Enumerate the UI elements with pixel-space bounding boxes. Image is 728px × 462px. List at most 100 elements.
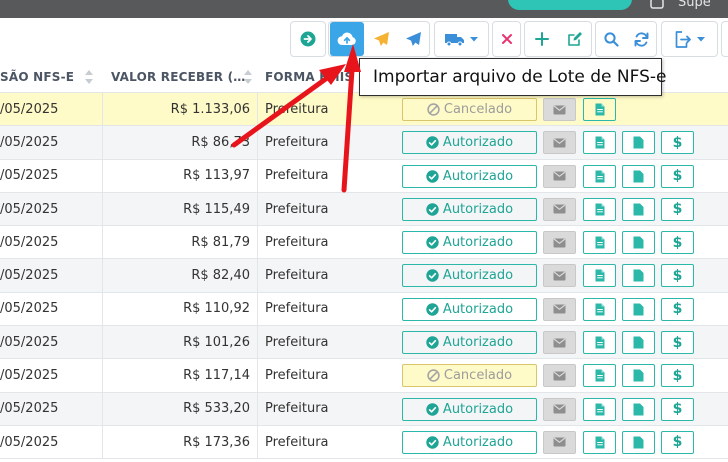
document-button[interactable] — [583, 231, 616, 255]
pdf-button[interactable] — [622, 131, 655, 155]
envelope-icon — [553, 304, 566, 314]
payment-button[interactable]: $ — [661, 397, 694, 421]
toolbar-group-import — [328, 21, 430, 57]
document-button[interactable] — [583, 98, 616, 121]
table-row[interactable]: /05/2025 R$ 1.133,06 Prefeitura Cancelado — [0, 93, 728, 127]
send-blue-button[interactable] — [397, 22, 429, 56]
document-button[interactable] — [583, 264, 616, 288]
status-badge[interactable]: Autorizado — [402, 197, 537, 221]
col-header-valor[interactable]: VALOR RECEBER (… — [103, 62, 258, 92]
pdf-button[interactable] — [622, 430, 655, 454]
export-dropdown[interactable] — [662, 22, 717, 56]
toolbar-group-nav — [290, 21, 326, 57]
go-button[interactable] — [291, 22, 325, 56]
table-row[interactable]: /05/2025 R$ 113,97 Prefeitura Autorizado $ — [0, 159, 728, 193]
email-button[interactable] — [543, 430, 576, 454]
document-button[interactable] — [583, 297, 616, 321]
import-batch-button[interactable] — [330, 22, 364, 56]
cell-value: R$ 113,97 — [103, 159, 258, 192]
email-button[interactable] — [543, 131, 576, 155]
email-button[interactable] — [543, 164, 576, 188]
table-row[interactable]: /05/2025 R$ 86,73 Prefeitura Autorizado $ — [0, 126, 728, 160]
email-button[interactable] — [543, 264, 576, 288]
pdf-button[interactable] — [622, 197, 655, 221]
payment-button[interactable]: $ — [661, 430, 694, 454]
payment-button[interactable]: $ — [661, 131, 694, 155]
cell-actions: Autorizado $ — [396, 160, 728, 192]
table-row[interactable]: /05/2025 R$ 81,79 Prefeitura Autorizado $ — [0, 226, 728, 260]
table-row[interactable]: /05/2025 R$ 82,40 Prefeitura Autorizado $ — [0, 259, 728, 293]
cell-actions: Autorizado $ — [396, 293, 728, 325]
document-button[interactable] — [583, 197, 616, 221]
document-icon — [595, 236, 604, 249]
add-button[interactable] — [525, 22, 558, 56]
email-button[interactable] — [543, 397, 576, 421]
toolbar-group-search — [595, 21, 657, 57]
pdf-button[interactable] — [622, 164, 655, 188]
envelope-icon — [553, 437, 566, 447]
table-row[interactable]: /05/2025 R$ 117,14 Prefeitura Cancelado $ — [0, 359, 728, 393]
document-button[interactable] — [583, 131, 616, 155]
document-icon — [595, 436, 604, 449]
email-button[interactable] — [543, 364, 576, 388]
email-button[interactable] — [543, 98, 576, 121]
email-button[interactable] — [543, 197, 576, 221]
col-header-emissao[interactable]: SÃO NFS-E — [0, 62, 103, 92]
table-row[interactable]: /05/2025 R$ 115,49 Prefeitura Autorizado $ — [0, 192, 728, 227]
table-row[interactable]: /05/2025 R$ 110,92 Prefeitura Autorizado $ — [0, 292, 728, 327]
status-badge[interactable]: Autorizado — [402, 297, 537, 321]
refresh-button[interactable] — [626, 22, 656, 56]
payment-button[interactable]: $ — [661, 231, 694, 255]
document-button[interactable] — [583, 331, 616, 355]
email-button[interactable] — [543, 297, 576, 321]
delete-button[interactable] — [493, 22, 520, 56]
status-badge[interactable]: Autorizado — [402, 164, 537, 188]
document-button[interactable] — [583, 364, 616, 388]
payment-button[interactable]: $ — [661, 197, 694, 221]
payment-button[interactable]: $ — [661, 364, 694, 388]
send-yellow-button[interactable] — [365, 22, 397, 56]
status-badge[interactable]: Autorizado — [402, 131, 537, 155]
top-bar: Supe — [0, 0, 728, 18]
status-badge[interactable]: Autorizado — [402, 397, 537, 421]
payment-button[interactable]: $ — [661, 331, 694, 355]
payment-button[interactable]: $ — [661, 264, 694, 288]
pdf-button[interactable] — [622, 297, 655, 321]
plus-icon — [534, 32, 549, 46]
status-badge[interactable]: Autorizado — [402, 331, 537, 355]
email-button[interactable] — [543, 231, 576, 255]
table-row[interactable]: /05/2025 R$ 533,20 Prefeitura Autorizado $ — [0, 392, 728, 426]
pdf-icon — [633, 436, 644, 449]
status-badge[interactable]: Cancelado — [402, 364, 537, 388]
table-row[interactable]: /05/2025 R$ 173,36 Prefeitura Autorizado $ — [0, 425, 728, 460]
payment-button[interactable]: $ — [661, 297, 694, 321]
table-row[interactable]: /05/2025 R$ 101,26 Prefeitura Autorizado $ — [0, 326, 728, 360]
cell-actions: Autorizado $ — [396, 426, 728, 458]
pdf-icon — [633, 170, 644, 183]
sync-icon[interactable] — [650, 0, 664, 9]
toolbar-group-more — [721, 21, 728, 57]
pdf-icon — [633, 236, 644, 249]
pdf-icon — [633, 369, 644, 382]
status-badge[interactable]: Autorizado — [402, 231, 537, 255]
document-button[interactable] — [583, 430, 616, 454]
pdf-button[interactable] — [622, 364, 655, 388]
pdf-icon — [633, 303, 644, 316]
status-badge[interactable]: Cancelado — [402, 98, 537, 121]
pdf-button[interactable] — [622, 264, 655, 288]
search-button[interactable] — [596, 22, 626, 56]
accent-button[interactable] — [508, 0, 632, 10]
document-button[interactable] — [583, 164, 616, 188]
document-button[interactable] — [583, 397, 616, 421]
edit-button[interactable] — [558, 22, 591, 56]
status-badge[interactable]: Autorizado — [402, 264, 537, 288]
send-yellow-icon — [373, 31, 389, 46]
pdf-button[interactable] — [622, 397, 655, 421]
pdf-button[interactable] — [622, 331, 655, 355]
email-button[interactable] — [543, 331, 576, 355]
toolbar-group-transport — [434, 21, 489, 57]
payment-button[interactable]: $ — [661, 164, 694, 188]
pdf-button[interactable] — [622, 231, 655, 255]
status-badge[interactable]: Autorizado — [402, 430, 537, 454]
transport-dropdown[interactable] — [435, 22, 488, 56]
